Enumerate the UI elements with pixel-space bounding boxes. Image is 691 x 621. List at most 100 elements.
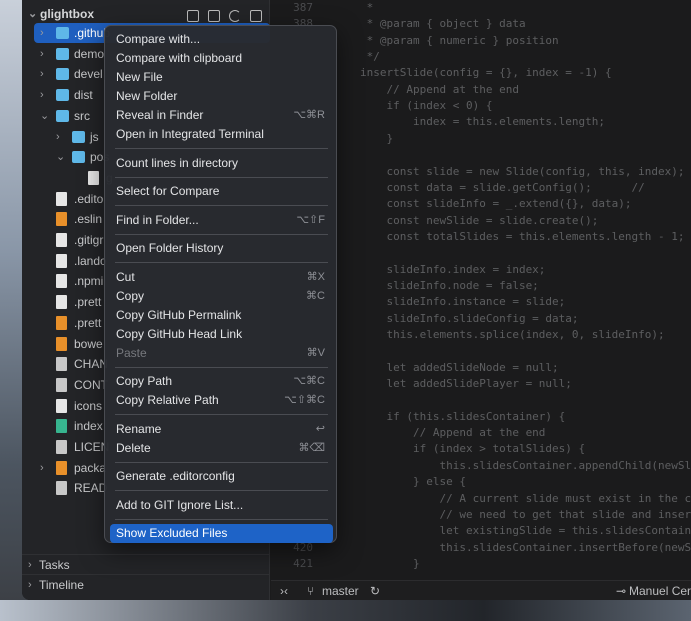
md-icon (56, 481, 67, 496)
code-line: this.slidesContainer.appendChild(newSlid… (360, 458, 691, 472)
file-icon (56, 398, 67, 413)
menu-item-new-folder[interactable]: New Folder (110, 87, 333, 106)
shortcut-label: ⌘⌫ (298, 441, 325, 454)
menu-item-open-in-integrated-terminal[interactable]: Open in Integrated Terminal (110, 125, 333, 144)
md-icon (56, 440, 67, 454)
git-blame-author[interactable]: Manuel Cerv (629, 581, 691, 600)
menu-item-label: Rename (116, 421, 162, 436)
tree-item-label: READ (74, 481, 108, 496)
menu-item-rename[interactable]: Rename ↩ (110, 420, 333, 439)
tasks-section[interactable]: › Tasks (22, 554, 270, 574)
tree-item-label: js (90, 129, 99, 144)
chevron-right-icon: › (40, 47, 44, 60)
json-icon (56, 336, 67, 351)
shortcut-label: ⌘V (306, 346, 325, 359)
tree-item-label: CHAN (74, 357, 109, 372)
chevron-right-icon: › (40, 27, 44, 39)
tree-item-label: .prett (74, 295, 102, 310)
menu-item-label: Select for Compare (116, 184, 220, 198)
timeline-section[interactable]: › Timeline (22, 574, 270, 594)
tree-item-label: bowe (74, 336, 103, 351)
tree-item-label: .lando (74, 253, 107, 268)
menu-item-copy-github-head-link[interactable]: Copy GitHub Head Link (110, 325, 333, 344)
menu-item-generate-editorconfig[interactable]: Generate .editorconfig (110, 467, 333, 486)
refresh-icon[interactable] (229, 10, 241, 22)
html-icon (56, 419, 67, 434)
file-icon (56, 233, 67, 247)
json-icon (56, 315, 67, 330)
context-menu: Compare with... Compare with clipboard New… (104, 25, 337, 543)
menu-item-copy[interactable]: Copy ⌘C (110, 287, 333, 306)
menu-item-compare-with[interactable]: Compare with... (110, 30, 333, 49)
menu-separator (115, 233, 328, 235)
remote-icon[interactable]: ›‹ (280, 581, 288, 600)
menu-item-label: Copy (116, 288, 145, 303)
code-line: slideInfo.index = index; (360, 262, 546, 276)
shortcut-label: ⌥⌘C (293, 375, 325, 387)
code-line: * @param { object } data (360, 17, 526, 31)
folder-icon (56, 47, 69, 60)
code-line: this.slidesContainer.insertBefore(newSl (360, 540, 691, 554)
menu-item-delete[interactable]: Delete ⌘⌫ (110, 439, 333, 458)
menu-item-new-file[interactable]: New File (110, 68, 333, 87)
chevron-down-icon: ⌄ (40, 109, 50, 122)
menu-item-count-lines-in-directory[interactable]: Count lines in directory (110, 154, 333, 173)
tree-item-label: dist (74, 88, 93, 103)
code-line: } (360, 556, 420, 570)
menu-item-open-folder-history[interactable]: Open Folder History (110, 239, 333, 258)
menu-item-label: Open Folder History (116, 241, 224, 255)
line-number: 421 (293, 557, 313, 570)
menu-item-label: Delete (116, 440, 151, 455)
json-icon (56, 212, 67, 227)
code-line: } (360, 131, 394, 145)
file-icon (56, 295, 67, 310)
menu-item-cut[interactable]: Cut ⌘X (110, 268, 333, 287)
git-branch[interactable]: master (322, 581, 359, 600)
new-file-icon[interactable] (187, 10, 199, 22)
tree-item-label: .prett (74, 315, 102, 330)
menu-item-label: Open in Integrated Terminal (116, 127, 264, 141)
code-line: index = this.elements.length; (360, 115, 606, 129)
menu-item-label: Compare with clipboard (116, 51, 243, 65)
menu-item-find-in-folder[interactable]: Find in Folder... ⌥⇧F (110, 211, 333, 230)
menu-separator (115, 176, 328, 178)
menu-item-add-to-git-ignore-list[interactable]: Add to GIT Ignore List... (110, 496, 333, 515)
folder-icon (72, 151, 85, 164)
explorer-header[interactable]: ⌄ glightbox (22, 4, 270, 24)
tree-item-label: .gitigr (74, 233, 104, 247)
menu-item-select-for-compare[interactable]: Select for Compare (110, 182, 333, 201)
menu-item-label: Copy GitHub Permalink (116, 307, 242, 322)
menu-separator (115, 461, 328, 463)
code-line: slideInfo.node = false; (360, 278, 539, 292)
menu-item-label: Generate .editorconfig (116, 469, 235, 483)
md-icon (56, 357, 67, 372)
code-line: let addedSlideNode = null; (360, 360, 559, 374)
menu-item-copy-path[interactable]: Copy Path ⌥⌘C (110, 372, 333, 391)
tree-item-label: .npmi (74, 274, 104, 289)
tree-item-label: .edito (74, 191, 104, 206)
menu-item-label: Add to GIT Ignore List... (116, 497, 244, 512)
shortcut-label: ⌥⇧⌘C (284, 394, 325, 406)
menu-item-compare-with-clipboard[interactable]: Compare with clipboard (110, 49, 333, 68)
code-line: } else { (360, 475, 466, 489)
menu-item-show-excluded-files[interactable]: Show Excluded Files (110, 524, 333, 543)
code-line: const data = slide.getConfig(); // (360, 180, 652, 194)
tree-item-label: icons (74, 398, 103, 413)
new-folder-icon[interactable] (208, 10, 220, 22)
sync-icon[interactable]: ↻ (370, 581, 380, 600)
menu-item-reveal-in-finder[interactable]: Reveal in Finder ⌥⌘R (110, 106, 333, 125)
menu-item-label: Count lines in directory (116, 155, 239, 170)
chevron-down-icon: ⌄ (28, 8, 38, 20)
code-editor[interactable]: * * @param { object } data * @param { nu… (360, 0, 691, 580)
code-line: // we need to get that slide and insert (360, 507, 691, 521)
code-line: const slideInfo = _.extend({}, data); (360, 197, 632, 211)
folder-icon (56, 68, 69, 81)
menu-item-label: Copy GitHub Head Link (116, 326, 243, 341)
menu-item-copy-relative-path[interactable]: Copy Relative Path ⌥⇧⌘C (110, 391, 333, 410)
menu-item-copy-github-permalink[interactable]: Copy GitHub Permalink (110, 306, 333, 325)
menu-item-label: Reveal in Finder (116, 108, 204, 122)
code-line: let existingSlide = this.slidesContainer (360, 524, 691, 538)
collapse-all-icon[interactable] (250, 10, 262, 22)
menu-item-label: Copy Relative Path (116, 393, 219, 407)
menu-item-paste[interactable]: Paste ⌘V (110, 344, 333, 363)
